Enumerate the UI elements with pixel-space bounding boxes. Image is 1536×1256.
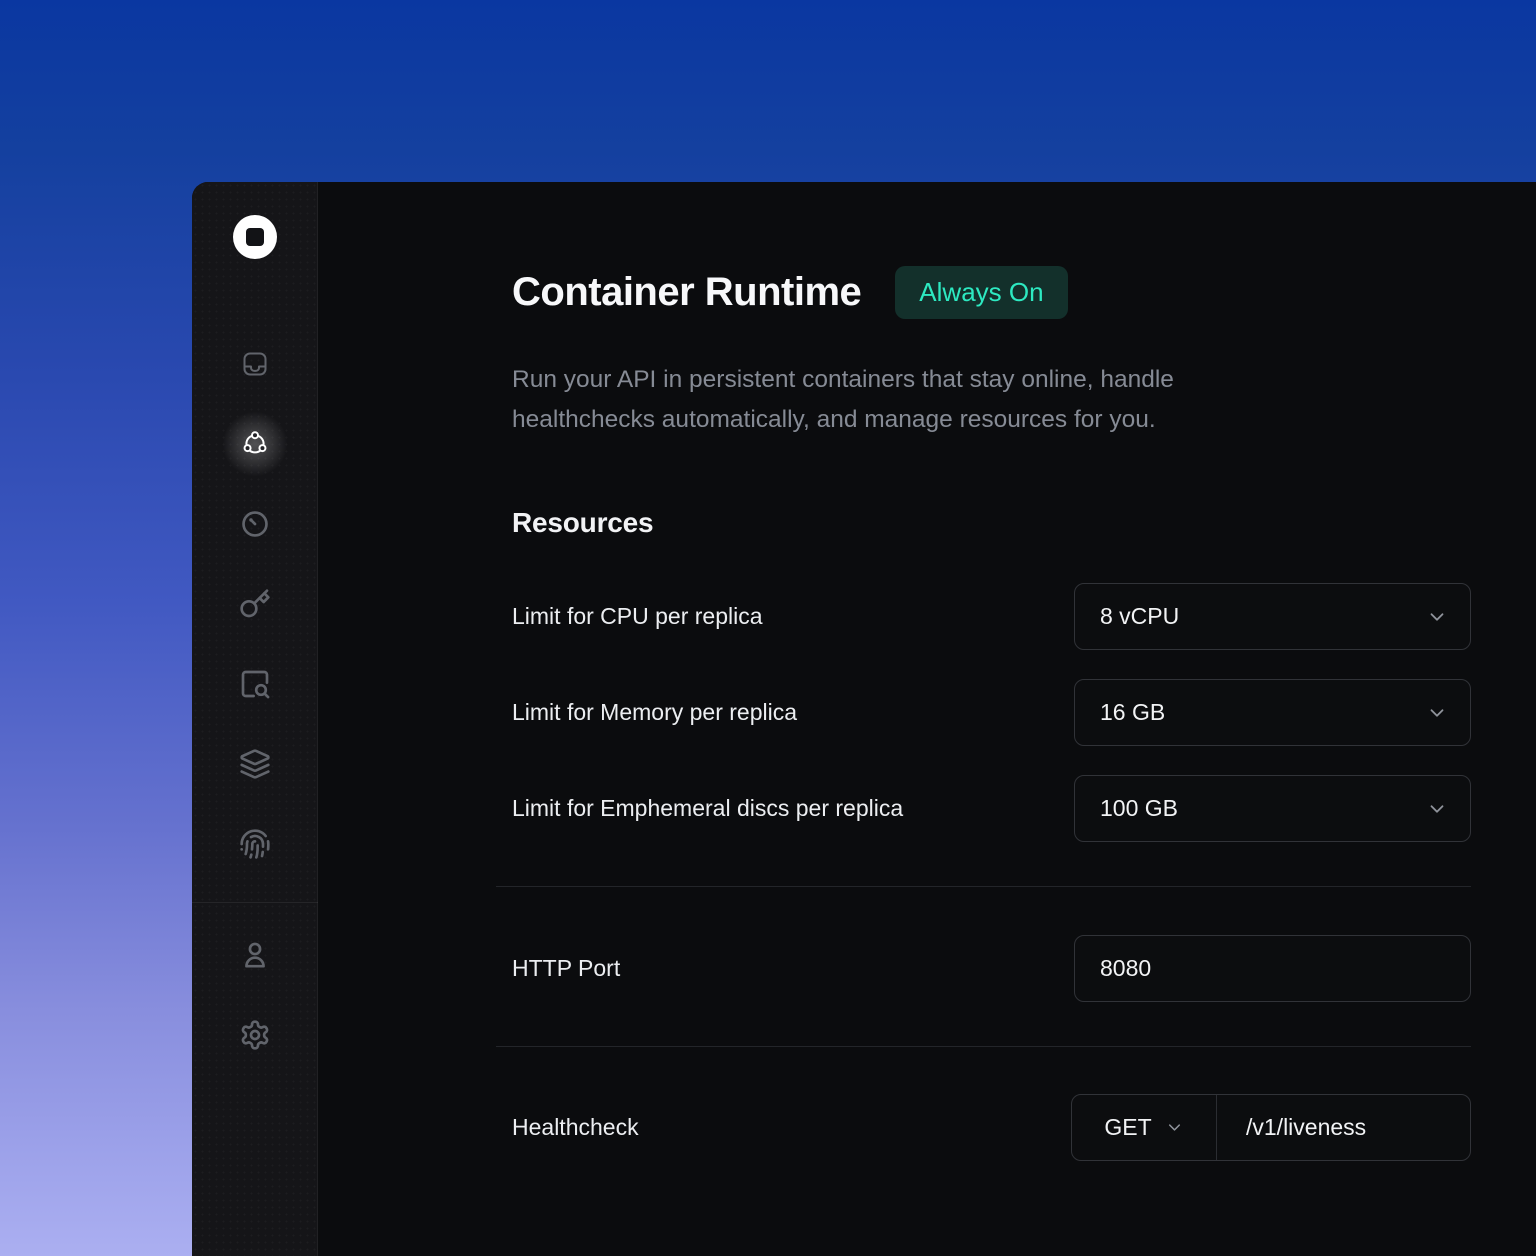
page-title: Container Runtime — [512, 270, 861, 315]
disc-limit-select[interactable]: 100 GB — [1074, 775, 1471, 842]
chevron-down-icon — [1426, 702, 1448, 724]
disc-limit-label: Limit for Emphemeral discs per replica — [496, 795, 903, 822]
healthcheck-row: Healthcheck GET — [496, 1094, 1471, 1161]
chevron-down-icon — [1426, 606, 1448, 628]
app-logo[interactable] — [233, 215, 277, 259]
sidebar-item-inbox[interactable] — [237, 346, 273, 382]
sidebar — [192, 182, 318, 1256]
sidebar-item-inspect[interactable] — [237, 666, 273, 702]
cpu-limit-row: Limit for CPU per replica 8 vCPU — [496, 583, 1471, 650]
healthcheck-control: GET — [1071, 1094, 1471, 1161]
section-divider — [496, 886, 1471, 887]
key-icon — [239, 588, 271, 620]
inspect-search-icon — [239, 668, 271, 700]
sidebar-item-timer[interactable] — [237, 506, 273, 542]
cpu-limit-value: 8 vCPU — [1100, 603, 1179, 630]
healthcheck-path-input[interactable] — [1217, 1095, 1470, 1160]
main-content: Container Runtime Always On Run your API… — [318, 182, 1536, 1256]
sidebar-bottom-nav — [237, 937, 273, 1053]
disc-limit-row: Limit for Emphemeral discs per replica 1… — [496, 775, 1471, 842]
sidebar-item-fingerprint[interactable] — [237, 826, 273, 862]
memory-limit-select[interactable]: 16 GB — [1074, 679, 1471, 746]
cpu-limit-label: Limit for CPU per replica — [496, 603, 763, 630]
sidebar-item-keys[interactable] — [237, 586, 273, 622]
sidebar-item-containers[interactable] — [237, 426, 273, 462]
page-header: Container Runtime Always On — [496, 266, 1471, 319]
section-divider — [496, 1046, 1471, 1047]
cpu-limit-select[interactable]: 8 vCPU — [1074, 583, 1471, 650]
inbox-tray-icon — [239, 348, 271, 380]
memory-limit-value: 16 GB — [1100, 699, 1165, 726]
resources-heading: Resources — [496, 507, 1471, 539]
always-on-badge: Always On — [895, 266, 1067, 319]
http-port-label: HTTP Port — [496, 955, 620, 982]
gear-icon — [239, 1019, 271, 1051]
sidebar-item-layers[interactable] — [237, 746, 273, 782]
disc-limit-value: 100 GB — [1100, 795, 1178, 822]
logo-mark-icon — [246, 228, 264, 246]
http-port-row: HTTP Port — [496, 935, 1471, 1002]
sidebar-divider — [192, 902, 318, 903]
page-description: Run your API in persistent containers th… — [496, 360, 1316, 440]
chevron-down-icon — [1426, 798, 1448, 820]
sidebar-item-settings[interactable] — [237, 1017, 273, 1053]
http-port-input[interactable] — [1074, 935, 1471, 1002]
healthcheck-label: Healthcheck — [496, 1114, 639, 1141]
memory-limit-label: Limit for Memory per replica — [496, 699, 797, 726]
user-icon — [239, 939, 271, 971]
sidebar-nav — [237, 346, 273, 862]
memory-limit-row: Limit for Memory per replica 16 GB — [496, 679, 1471, 746]
healthcheck-method-value: GET — [1104, 1114, 1151, 1141]
layers-icon — [239, 748, 271, 780]
containers-icon — [239, 428, 271, 460]
fingerprint-icon — [239, 828, 271, 860]
sidebar-item-account[interactable] — [237, 937, 273, 973]
chevron-down-icon — [1165, 1118, 1184, 1137]
app-window: Container Runtime Always On Run your API… — [192, 182, 1536, 1256]
timer-icon — [239, 508, 271, 540]
healthcheck-method-select[interactable]: GET — [1072, 1095, 1217, 1160]
